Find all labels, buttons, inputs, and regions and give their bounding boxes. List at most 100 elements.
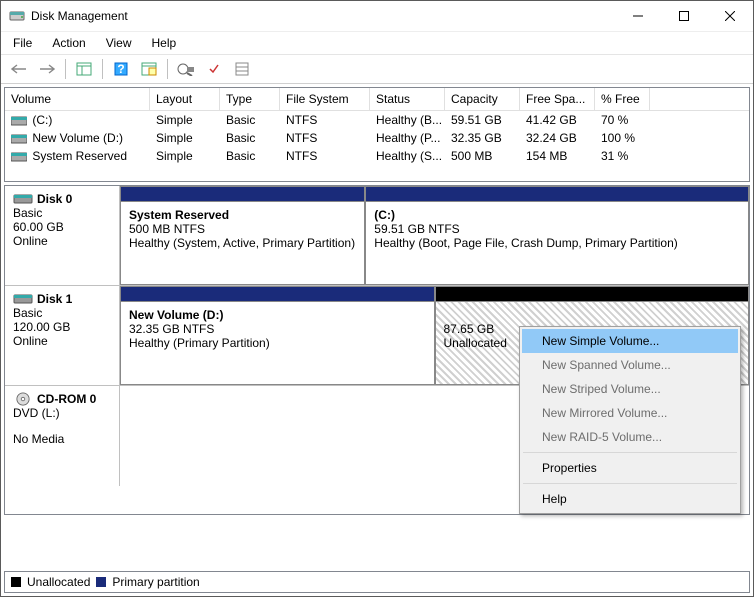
cell-pctfree: 100 % [595, 130, 650, 146]
table-row[interactable]: (C:)SimpleBasicNTFSHealthy (B...59.51 GB… [5, 111, 749, 129]
maximize-button[interactable] [661, 1, 707, 31]
disk-row: Disk 0 Basic 60.00 GB Online System Rese… [5, 186, 749, 286]
disk-name: CD-ROM 0 [37, 392, 96, 406]
menu-separator [523, 483, 737, 484]
column-layout[interactable]: Layout [150, 88, 220, 110]
column-pctfree[interactable]: % Free [595, 88, 650, 110]
column-type[interactable]: Type [220, 88, 280, 110]
cell-type: Basic [220, 130, 280, 146]
volume-icon [11, 133, 27, 145]
volume-icon [11, 151, 27, 163]
table-row[interactable]: New Volume (D:)SimpleBasicNTFSHealthy (P… [5, 129, 749, 147]
menu-separator [523, 452, 737, 453]
table-header: Volume Layout Type File System Status Ca… [5, 88, 749, 111]
disk-icon [13, 192, 33, 206]
disk-info[interactable]: CD-ROM 0 DVD (L:) No Media [5, 386, 120, 486]
disk-state: No Media [13, 432, 111, 446]
menu-item: New Mirrored Volume... [522, 401, 738, 425]
cell-volume: (C:) [5, 112, 150, 128]
disk-size: 120.00 GB [13, 320, 111, 334]
partition-subtitle: 59.51 GB NTFS [374, 222, 740, 236]
disk-type: Basic [13, 306, 111, 320]
partition-name: System Reserved [129, 208, 356, 222]
partition-name: New Volume (D:) [129, 308, 426, 322]
cell-capacity: 59.51 GB [445, 112, 520, 128]
cell-capacity: 32.35 GB [445, 130, 520, 146]
volume-icon [11, 115, 27, 127]
column-status[interactable]: Status [370, 88, 445, 110]
menu-view[interactable]: View [98, 34, 140, 52]
cell-status: Healthy (S... [370, 148, 445, 164]
partition-health: Healthy (Primary Partition) [129, 336, 426, 350]
disk-type: Basic [13, 206, 111, 220]
partition[interactable]: System Reserved 500 MB NTFS Healthy (Sys… [120, 202, 365, 285]
toolbar: ? [1, 54, 753, 84]
cdrom-icon [13, 392, 33, 406]
legend-primary: Primary partition [112, 575, 199, 589]
svg-text:?: ? [117, 62, 124, 76]
cell-layout: Simple [150, 148, 220, 164]
disk-name: Disk 1 [37, 292, 72, 306]
menu-properties[interactable]: Properties [522, 456, 738, 480]
partition-health: Healthy (Boot, Page File, Crash Dump, Pr… [374, 236, 740, 250]
cell-layout: Simple [150, 112, 220, 128]
list-button[interactable] [230, 57, 254, 81]
cell-type: Basic [220, 148, 280, 164]
column-volume[interactable]: Volume [5, 88, 150, 110]
cell-status: Healthy (B... [370, 112, 445, 128]
menu-item: New Spanned Volume... [522, 353, 738, 377]
disk-name: Disk 0 [37, 192, 72, 206]
cell-type: Basic [220, 112, 280, 128]
close-button[interactable] [707, 1, 753, 31]
menu-help[interactable]: Help [144, 34, 185, 52]
menu-item[interactable]: New Simple Volume... [522, 329, 738, 353]
menu-item: New Striped Volume... [522, 377, 738, 401]
table-row[interactable]: System ReservedSimpleBasicNTFSHealthy (S… [5, 147, 749, 165]
partition-subtitle: 32.35 GB NTFS [129, 322, 426, 336]
partition[interactable]: (C:) 59.51 GB NTFS Healthy (Boot, Page F… [365, 202, 749, 285]
cell-volume: New Volume (D:) [5, 130, 150, 146]
help-button[interactable]: ? [109, 57, 133, 81]
refresh-button[interactable] [137, 57, 161, 81]
partition-subtitle: 500 MB NTFS [129, 222, 356, 236]
cell-volume: System Reserved [5, 148, 150, 164]
disk-info[interactable]: Disk 0 Basic 60.00 GB Online [5, 186, 120, 285]
action-button[interactable] [202, 57, 226, 81]
partition-name: (C:) [374, 208, 740, 222]
cell-layout: Simple [150, 130, 220, 146]
cell-capacity: 500 MB [445, 148, 520, 164]
minimize-button[interactable] [615, 1, 661, 31]
context-menu: New Simple Volume...New Spanned Volume..… [519, 326, 741, 514]
menu-help[interactable]: Help [522, 487, 738, 511]
cell-fs: NTFS [280, 148, 370, 164]
column-capacity[interactable]: Capacity [445, 88, 520, 110]
disk-size: 60.00 GB [13, 220, 111, 234]
column-freespace[interactable]: Free Spa... [520, 88, 595, 110]
swatch-unallocated [11, 577, 21, 587]
forward-button[interactable] [35, 57, 59, 81]
cell-free: 154 MB [520, 148, 595, 164]
cell-fs: NTFS [280, 130, 370, 146]
titlebar: Disk Management [1, 1, 753, 32]
volume-table: Volume Layout Type File System Status Ca… [4, 87, 750, 182]
menu-file[interactable]: File [5, 34, 40, 52]
cell-status: Healthy (P... [370, 130, 445, 146]
disk-info[interactable]: Disk 1 Basic 120.00 GB Online [5, 286, 120, 385]
partition[interactable]: New Volume (D:) 32.35 GB NTFS Healthy (P… [120, 302, 435, 385]
disk-type: DVD (L:) [13, 406, 111, 420]
menu-item: New RAID-5 Volume... [522, 425, 738, 449]
app-icon [9, 8, 25, 24]
menu-action[interactable]: Action [44, 34, 93, 52]
disk-state: Online [13, 234, 111, 248]
cell-fs: NTFS [280, 112, 370, 128]
cell-pctfree: 31 % [595, 148, 650, 164]
disk-state: Online [13, 334, 111, 348]
back-button[interactable] [7, 57, 31, 81]
show-hide-console-button[interactable] [72, 57, 96, 81]
legend-unallocated: Unallocated [27, 575, 90, 589]
rescan-button[interactable] [174, 57, 198, 81]
legend: Unallocated Primary partition [4, 571, 750, 593]
column-filesystem[interactable]: File System [280, 88, 370, 110]
menubar: File Action View Help [1, 32, 753, 54]
cell-free: 32.24 GB [520, 130, 595, 146]
